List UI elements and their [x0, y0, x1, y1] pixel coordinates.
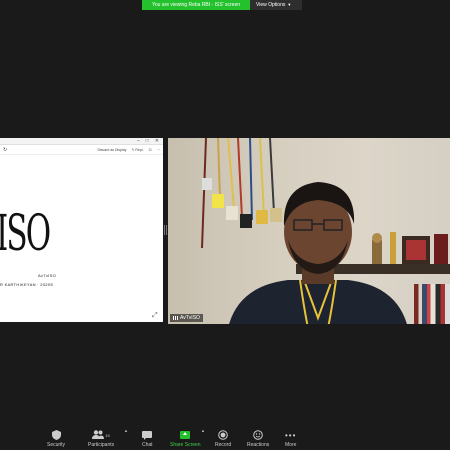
record-button[interactable]: Record — [215, 430, 231, 448]
print-icon[interactable]: ⊡ — [149, 148, 152, 152]
participant-person-image — [229, 182, 407, 324]
record-label: Record — [215, 442, 232, 448]
participant-video-tile[interactable]: AvTvISO — [168, 138, 450, 324]
document-author-line: R KARTHIKEYAN · 2020S — [0, 282, 54, 287]
share-screen-button[interactable]: Share Screen — [170, 430, 201, 448]
refresh-icon[interactable]: ↻ — [3, 147, 7, 153]
expand-icon[interactable]: ⤢ — [152, 312, 159, 319]
reply-button[interactable]: ✎ Repl. — [131, 148, 143, 152]
meeting-toolbar: Security 19 Participants ▲ Chat Share Sc… — [0, 424, 450, 450]
shield-icon — [51, 430, 61, 440]
participant-name: AvTvISO — [180, 315, 200, 321]
share-caret-icon[interactable]: ▲ — [201, 428, 205, 433]
security-label: Security — [47, 442, 66, 448]
reactions-label: Reactions — [247, 442, 270, 448]
participants-count: 19 — [105, 432, 110, 438]
participant-name-tag: AvTvISO — [170, 314, 203, 322]
more-button[interactable]: ••• More — [285, 430, 297, 449]
close-icon[interactable]: ✕ — [155, 138, 159, 145]
reactions-icon — [253, 430, 263, 440]
minimize-icon[interactable]: – — [137, 138, 140, 145]
maximize-icon[interactable]: □ — [146, 138, 149, 145]
viewing-screen-label: You are viewing Reba RBI - ISS' screen — [142, 0, 250, 10]
participants-label: Participants — [88, 442, 115, 448]
discard-display-button[interactable]: Discard as Display — [98, 148, 127, 152]
document-toolbar: ↻ Discard as Display ✎ Repl. ⊡ ⋯ — [0, 145, 163, 155]
more-icon: ••• — [285, 430, 297, 440]
security-button[interactable]: Security — [47, 430, 65, 448]
signal-bars-icon — [173, 316, 178, 320]
view-options-label: View Options — [256, 2, 286, 8]
chat-button[interactable]: Chat — [142, 430, 153, 448]
participants-caret-icon[interactable]: ▲ — [124, 428, 128, 433]
more-label: More — [285, 442, 297, 448]
shared-screen-view: – □ ✕ ↻ Discard as Display ✎ Repl. ⊡ ⋯ I… — [0, 138, 163, 322]
chevron-down-icon: ▼ — [287, 2, 292, 7]
document-logo-text: ISO — [0, 204, 51, 262]
chat-icon — [142, 430, 153, 440]
reactions-button[interactable]: Reactions — [247, 430, 269, 448]
view-options-button[interactable]: View Options ▼ — [250, 0, 302, 10]
more-options-icon[interactable]: ⋯ — [157, 148, 161, 152]
share-screen-icon — [180, 431, 191, 439]
chat-label: Chat — [142, 442, 153, 448]
participants-button[interactable]: 19 Participants — [88, 430, 114, 448]
document-brand-name: AvTvISO — [38, 273, 57, 278]
screen-share-banner: You are viewing Reba RBI - ISS' screen V… — [142, 0, 302, 10]
record-icon — [218, 430, 228, 440]
window-title-bar: – □ ✕ — [0, 138, 163, 145]
resize-handle[interactable] — [164, 225, 167, 235]
share-screen-label: Share Screen — [170, 442, 201, 448]
